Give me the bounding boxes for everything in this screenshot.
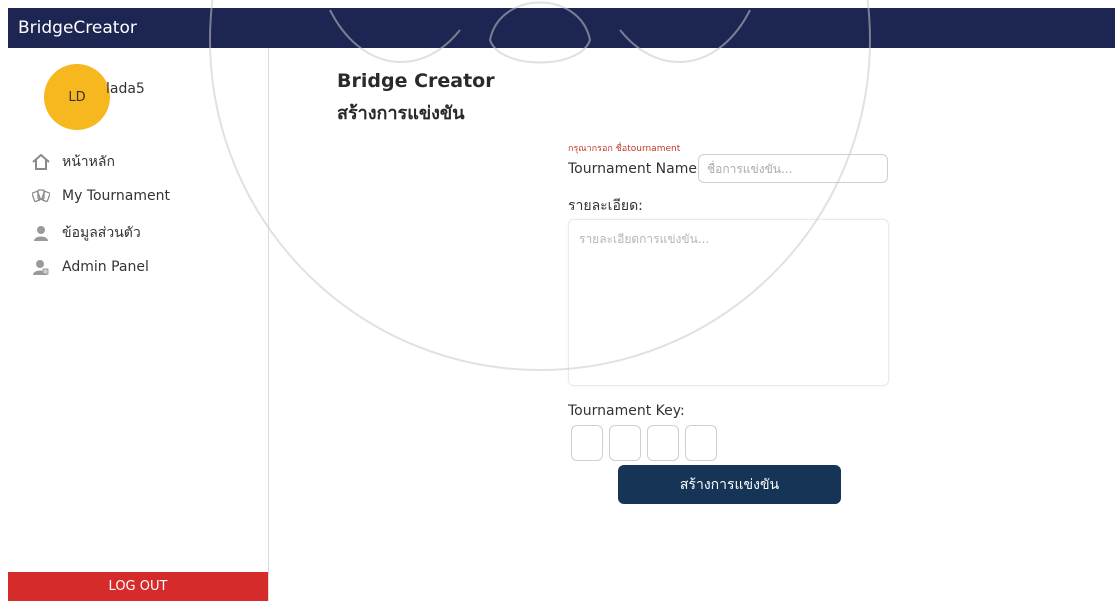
description-label: รายละเอียด: <box>568 198 643 214</box>
sidebar-item-profile[interactable]: ข้อมูลส่วนตัว <box>32 222 141 244</box>
username: lada5 <box>106 81 145 97</box>
tournament-key-label: Tournament Key: <box>568 403 685 419</box>
description-textarea[interactable] <box>568 219 889 386</box>
sidebar-item-label: Admin Panel <box>62 259 149 275</box>
error-message: กรุณากรอก ชื่อtournament <box>568 144 681 154</box>
home-icon <box>32 153 50 171</box>
sidebar-item-admin-panel[interactable]: Admin Panel <box>32 258 149 276</box>
avatar-initials: LD <box>68 89 86 105</box>
sidebar-item-label: My Tournament <box>62 188 171 204</box>
sidebar-item-label: ข้อมูลส่วนตัว <box>62 225 141 241</box>
sidebar-item-label: หน้าหลัก <box>62 154 115 170</box>
create-tournament-button[interactable]: สร้างการแข่งขัน <box>618 465 841 504</box>
tournament-name-label: Tournament Name: <box>568 161 702 177</box>
key-input-3[interactable] <box>647 425 679 461</box>
logout-button[interactable]: LOG OUT <box>8 572 268 601</box>
brand-logo-text[interactable]: BridgeCreator <box>18 18 137 38</box>
admin-icon <box>32 258 50 276</box>
sidebar-item-home[interactable]: หน้าหลัก <box>32 151 115 173</box>
tournament-name-input[interactable] <box>698 154 888 183</box>
key-input-4[interactable] <box>685 425 717 461</box>
sidebar <box>8 48 269 601</box>
cards-icon <box>32 187 50 205</box>
top-navbar: BridgeCreator <box>8 8 1115 48</box>
avatar: LD <box>44 64 110 130</box>
page-subtitle: สร้างการแข่งขัน <box>337 103 465 124</box>
sidebar-item-my-tournament[interactable]: My Tournament <box>32 187 170 205</box>
key-input-2[interactable] <box>609 425 641 461</box>
key-input-1[interactable] <box>571 425 603 461</box>
page-title: Bridge Creator <box>337 70 495 92</box>
user-icon <box>32 224 50 242</box>
logout-label: LOG OUT <box>108 579 168 594</box>
